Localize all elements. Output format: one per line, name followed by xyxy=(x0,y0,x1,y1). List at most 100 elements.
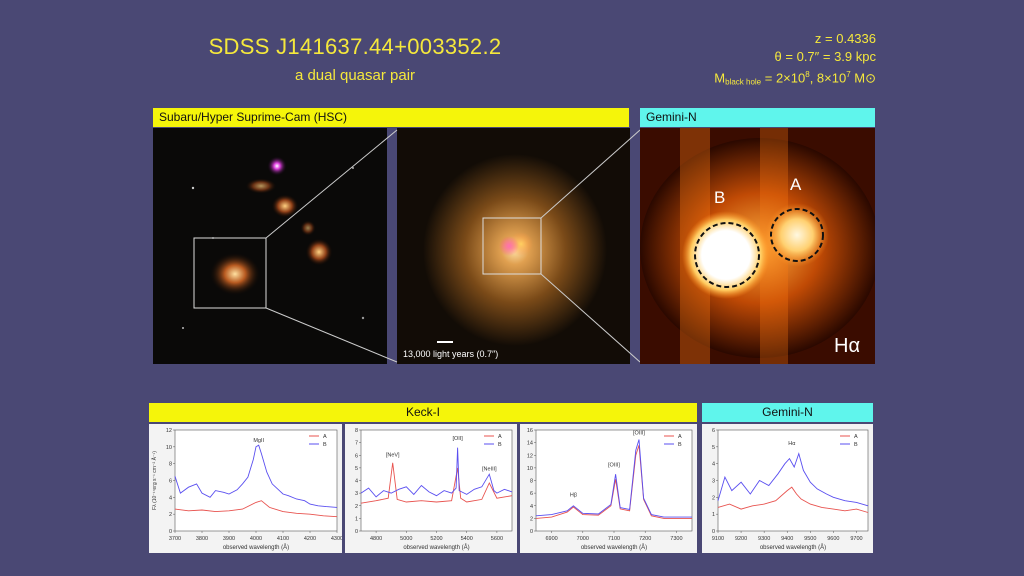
x-tick-label: 4800 xyxy=(370,536,382,542)
line-annotation: [NeV] xyxy=(386,453,400,459)
legend-label-a: A xyxy=(678,434,682,440)
mass-symbol: M xyxy=(714,70,726,86)
y-tick-label: 6 xyxy=(530,491,533,497)
line-annotation: [OIII] xyxy=(633,430,645,436)
spectrum-plot-mgii: 3700 3800 3900 4000 4100 4200 4300 0 2 4 6 8 10 12 obs… xyxy=(149,424,342,553)
hsc-wide-image xyxy=(153,128,387,364)
x-tick-label: 4000 xyxy=(250,536,262,542)
target-galaxy xyxy=(209,252,261,296)
x-tick-label: 9700 xyxy=(850,536,862,542)
page-title: SDSS J141637.44+003352.2 xyxy=(208,34,502,59)
y-tick-label: 3 xyxy=(355,491,358,497)
x-tick-label: 7100 xyxy=(608,536,620,542)
y-tick-label: 8 xyxy=(530,479,533,485)
y-tick-label: 0 xyxy=(712,529,715,535)
plot-area xyxy=(360,429,513,532)
x-tick-label: 7300 xyxy=(670,536,682,542)
galaxy xyxy=(245,178,277,194)
gemini-spectrum-label: Gemini-N xyxy=(702,403,873,422)
y-tick-label: 0 xyxy=(355,529,358,535)
x-tick-label: 6900 xyxy=(545,536,557,542)
legend-label-b: B xyxy=(678,442,682,448)
x-tick-label: 3900 xyxy=(223,536,235,542)
hsc-label: Subaru/Hyper Suprime-Cam (HSC) xyxy=(153,108,629,127)
legend-label-b: B xyxy=(498,442,502,448)
x-tick-label: 3700 xyxy=(169,536,181,542)
line-annotation: [OIII] xyxy=(608,463,620,469)
y-tick-label: 4 xyxy=(712,462,715,468)
x-tick-label: 7000 xyxy=(577,536,589,542)
spectrum-plot-halpha: 9100 9200 9300 9400 9500 9600 9700 0 1 2 3 4 5 6 obser… xyxy=(702,424,873,553)
mass-value-1: = 2×10 xyxy=(761,70,806,86)
x-tick-label: 3800 xyxy=(196,536,208,542)
hsc-zoom-svg: 13,000 light years (0.7″) xyxy=(397,128,630,364)
y-tick-label: 2 xyxy=(169,512,172,518)
line-annotation: MgII xyxy=(253,438,264,444)
y-tick-label: 3 xyxy=(712,479,715,485)
x-axis-label: observed wavelength (Å) xyxy=(223,544,289,551)
scale-bar-label: 13,000 light years (0.7″) xyxy=(403,349,498,359)
y-tick-label: 14 xyxy=(527,441,533,447)
spectrum-plot-nev-oii: 4800 5000 5200 5400 5600 0 1 2 3 4 5 6 7 8 observed wa… xyxy=(345,424,517,553)
galaxy xyxy=(300,220,316,236)
galaxy xyxy=(305,238,333,266)
legend-label-b: B xyxy=(323,442,327,448)
y-tick-label: 10 xyxy=(166,445,172,451)
y-tick-label: 1 xyxy=(355,516,358,522)
source-a-label: A xyxy=(790,175,802,194)
plot-area xyxy=(535,429,693,532)
x-tick-label: 9300 xyxy=(758,536,770,542)
y-tick-label: 2 xyxy=(712,495,715,501)
source-a-blob xyxy=(765,203,829,267)
x-tick-label: 7200 xyxy=(639,536,651,542)
x-tick-label: 9100 xyxy=(712,536,724,542)
y-tick-label: 6 xyxy=(355,453,358,459)
x-tick-label: 5600 xyxy=(491,536,503,542)
hsc-zoom-image: 13,000 light years (0.7″) xyxy=(397,128,630,364)
hsc-wide-svg xyxy=(153,128,387,364)
y-tick-label: 8 xyxy=(355,428,358,434)
y-tick-label: 4 xyxy=(169,495,172,501)
redshift-text: z = 0.4336 xyxy=(814,31,876,46)
y-tick-label: 7 xyxy=(355,441,358,447)
y-tick-label: 16 xyxy=(527,428,533,434)
y-tick-label: 6 xyxy=(169,479,172,485)
x-axis-label: observed wavelength (Å) xyxy=(760,544,826,551)
quasar-b xyxy=(499,236,519,256)
line-annotation: [OII] xyxy=(452,436,463,442)
mass-subscript: black hole xyxy=(725,77,762,87)
y-tick-label: 1 xyxy=(712,512,715,518)
y-tick-label: 6 xyxy=(712,428,715,434)
y-tick-label: 8 xyxy=(169,462,172,468)
legend-label-a: A xyxy=(323,434,327,440)
gemini-imaging-label: Gemini-N xyxy=(640,108,875,127)
y-tick-label: 12 xyxy=(527,453,533,459)
x-tick-label: 4300 xyxy=(331,536,342,542)
halpha-label: Hα xyxy=(834,335,860,357)
line-annotation: Hβ xyxy=(570,492,577,498)
y-tick-label: 5 xyxy=(712,445,715,451)
page-subtitle: a dual quasar pair xyxy=(294,67,416,84)
line-annotation: [NeIII] xyxy=(482,466,497,472)
spectrum-plot-hbeta-oiii: 6900 7000 7100 7200 7300 0 2 4 6 8 10 12 14 16 observe… xyxy=(520,424,697,553)
mass-value-2: , 8×10 xyxy=(809,70,847,86)
x-tick-label: 4100 xyxy=(277,536,289,542)
x-tick-label: 4200 xyxy=(304,536,316,542)
x-tick-label: 5400 xyxy=(461,536,473,542)
legend-label-a: A xyxy=(498,434,502,440)
source-b-label: B xyxy=(714,188,725,207)
mass-unit: M⊙ xyxy=(850,70,876,86)
y-tick-label: 5 xyxy=(355,466,358,472)
y-tick-label: 2 xyxy=(530,516,533,522)
galaxy xyxy=(271,194,299,218)
black-hole-mass-text: Mblack hole = 2×108, 8×107 M⊙ xyxy=(714,66,876,91)
y-tick-label: 4 xyxy=(530,504,533,510)
legend-label-b: B xyxy=(854,442,858,448)
separation-text: θ = 0.7″ = 3.9 kpc xyxy=(774,49,876,64)
line-annotation: Hα xyxy=(788,441,796,447)
keck-label: Keck-I xyxy=(149,403,697,422)
gemini-svg: B A Hα xyxy=(640,128,875,364)
y-tick-label: 0 xyxy=(169,529,172,535)
x-tick-label: 5200 xyxy=(430,536,442,542)
legend-label-a: A xyxy=(854,434,858,440)
